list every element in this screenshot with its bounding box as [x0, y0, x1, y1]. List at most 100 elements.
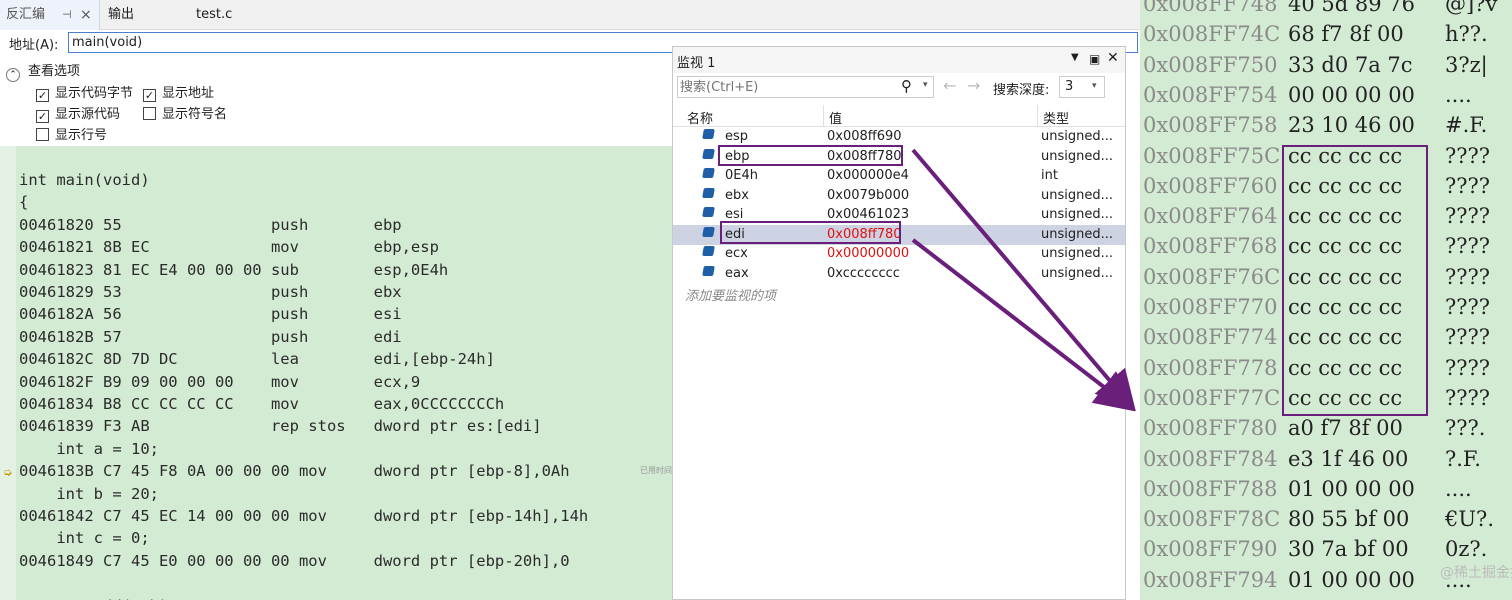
memory-row[interactable]: 0x008FF758 23 10 46 00 #.F.	[1140, 113, 1512, 143]
watch-name[interactable]: eax	[725, 266, 749, 281]
watch-row[interactable]: esp 0x008ff690 unsigned...	[673, 127, 1125, 147]
elapsed-time-note: 已用时间	[640, 466, 672, 475]
watch-name[interactable]: ebp	[725, 149, 750, 164]
memory-row[interactable]: 0x008FF754 00 00 00 00....	[1140, 83, 1512, 113]
disassembly-line[interactable]: 00461823 81 EC E4 00 00 00 sub esp,0E4h	[19, 261, 448, 279]
watch-value[interactable]: 0x000000e4	[827, 168, 909, 183]
watch-value[interactable]: 0x008ff690	[827, 129, 902, 144]
tab-output[interactable]: 输出	[104, 0, 164, 30]
disassembly-view[interactable]: int main(void) {00461820 55 push ebp 00461…	[0, 146, 672, 600]
column-name[interactable]: 名称	[687, 108, 713, 127]
disassembly-line[interactable]: 00461839 F3 AB rep stos dword ptr es:[ed…	[19, 417, 542, 435]
checkbox-box[interactable]	[143, 107, 156, 120]
tab-disassembly[interactable]: 反汇编 ⊣ ×	[0, 0, 100, 30]
disassembly-line[interactable]: 00461820 55 push ebp	[19, 216, 402, 234]
watch-value[interactable]: 0xcccccccc	[827, 266, 900, 281]
watch-value[interactable]: 0x00000000	[827, 246, 909, 261]
disassembly-line[interactable]: 00461821 8B EC mov ebp,esp	[19, 238, 439, 256]
watch-value[interactable]: 0x0079b000	[827, 188, 909, 203]
memory-row[interactable]: 0x008FF75C cc cc cc cc????	[1140, 144, 1512, 174]
memory-row[interactable]: 0x008FF74C 68 f7 8f 00 h??.	[1140, 22, 1512, 52]
close-icon[interactable]: ✕	[1107, 50, 1119, 66]
disassembly-line[interactable]: 0046182C 8D 7D DC lea edi,[ebp-24h]	[19, 350, 495, 368]
disassembly-line[interactable]: int c = 0;	[19, 529, 149, 547]
memory-row[interactable]: 0x008FF764 cc cc cc cc????	[1140, 204, 1512, 234]
checkbox-box[interactable]: ✓	[36, 110, 49, 123]
tab-test-c[interactable]: test.c	[192, 0, 252, 30]
memory-row[interactable]: 0x008FF78C 80 55 bf 00 €U?.	[1140, 507, 1512, 537]
disassembly-line[interactable]: 00461849 C7 45 E0 00 00 00 00 mov dword …	[19, 552, 570, 570]
search-back-icon[interactable]: ←	[943, 76, 956, 95]
column-type[interactable]: 类型	[1043, 108, 1069, 127]
watch-name[interactable]: esi	[725, 207, 743, 222]
memory-row[interactable]: 0x008FF768 cc cc cc cc????	[1140, 234, 1512, 264]
column-value[interactable]: 值	[829, 108, 842, 127]
watch-row[interactable]: ebx 0x0079b000 unsigned...	[673, 186, 1125, 206]
disassembly-line[interactable]: {	[19, 193, 28, 211]
watch-row[interactable]: ebp 0x008ff780 unsigned...	[673, 147, 1125, 167]
watch-row[interactable]: ecx 0x00000000 unsigned...	[673, 244, 1125, 264]
memory-view[interactable]: 0x008FF748 40 5d 89 76 @]?v 0x008FF74C 68 f7…	[1140, 0, 1512, 600]
disassembly-line[interactable]: 00461842 C7 45 EC 14 00 00 00 mov dword …	[19, 507, 588, 525]
disassembly-line[interactable]: 0046182B 57 push edi	[19, 328, 402, 346]
memory-row[interactable]: 0x008FF748 40 5d 89 76 @]?v	[1140, 0, 1512, 22]
disassembly-line[interactable]: 00461834 B8 CC CC CC CC mov eax,0CCCCCCC…	[19, 395, 504, 413]
memory-row[interactable]: 0x008FF750 33 d0 7a 7c 3?z|	[1140, 53, 1512, 83]
disassembly-line[interactable]: 0046183B C7 45 F8 0A 00 00 00 mov dword …	[19, 462, 570, 480]
close-icon[interactable]: ×	[80, 0, 92, 30]
watch-row[interactable]: esi 0x00461023 unsigned...	[673, 205, 1125, 225]
watch-name[interactable]: edi	[725, 227, 745, 242]
memory-row[interactable]: 0x008FF770 cc cc cc cc????	[1140, 295, 1512, 325]
memory-row[interactable]: 0x008FF774 cc cc cc cc????	[1140, 325, 1512, 355]
add-watch-item[interactable]: 添加要监视的项	[685, 285, 776, 304]
watch-value[interactable]: 0x008ff780	[827, 227, 902, 242]
watch-name[interactable]: ecx	[725, 246, 748, 261]
memory-row[interactable]: 0x008FF77C cc cc cc cc????	[1140, 386, 1512, 416]
memory-row[interactable]: 0x008FF760 cc cc cc cc????	[1140, 174, 1512, 204]
disassembly-line[interactable]: int main(void)	[19, 171, 150, 189]
search-dropdown-icon[interactable]: ▾	[923, 80, 928, 90]
disassembly-line[interactable]: 0046182F B9 09 00 00 00 mov ecx,9	[19, 373, 420, 391]
checkbox-show-symbol-names[interactable]: 显示符号名	[143, 103, 227, 122]
search-depth-select[interactable]: 3 ▾	[1059, 76, 1105, 98]
memory-row[interactable]: 0x008FF788 01 00 00 00....	[1140, 477, 1512, 507]
maximize-icon[interactable]: ▣	[1089, 52, 1100, 66]
watch-row[interactable]: edi 0x008ff780 unsigned...	[673, 224, 1125, 245]
checkbox-show-source[interactable]: ✓ 显示源代码	[36, 103, 120, 123]
watch-row[interactable]: eax 0xcccccccc unsigned...	[673, 264, 1125, 284]
view-options-header[interactable]: ⌃ 查看选项	[6, 60, 80, 82]
pin-icon[interactable]: ⊣	[62, 0, 72, 30]
disassembly-line[interactable]: 00461829 53 push ebx	[19, 283, 402, 301]
checkbox-show-address[interactable]: ✓ 显示地址	[143, 82, 214, 102]
checkbox-box[interactable]: ✓	[143, 89, 156, 102]
checkbox-box[interactable]: ✓	[36, 89, 49, 102]
checkbox-show-code-bytes[interactable]: ✓ 显示代码字节	[36, 82, 133, 102]
memory-row[interactable]: 0x008FF784 e3 1f 46 00 ?.F.	[1140, 447, 1512, 477]
search-forward-icon[interactable]: →	[967, 76, 980, 95]
memory-row[interactable]: 0x008FF778 cc cc cc cc????	[1140, 356, 1512, 386]
dropdown-icon[interactable]: ▼	[1071, 52, 1079, 63]
memory-address: 0x008FF784	[1143, 446, 1278, 471]
watch-name[interactable]: ebx	[725, 188, 749, 203]
watch-search-input[interactable]	[677, 76, 934, 98]
disassembly-line[interactable]: c = Add(a,b);	[19, 597, 177, 600]
memory-row[interactable]: 0x008FF780 a0 f7 8f 00???.	[1140, 416, 1512, 446]
collapse-icon[interactable]: ⌃	[6, 68, 20, 82]
watch-value[interactable]: 0x008ff780	[827, 149, 902, 164]
memory-address: 0x008FF76C	[1143, 264, 1281, 289]
indicator-margin[interactable]	[0, 146, 16, 600]
checkbox-box[interactable]	[36, 128, 49, 141]
memory-address: 0x008FF788	[1143, 476, 1278, 501]
disassembly-line[interactable]: 0046182A 56 push esi	[19, 305, 402, 323]
watch-row[interactable]: 0E4h 0x000000e4 int	[673, 166, 1125, 186]
disassembly-line[interactable]: int b = 20;	[19, 485, 159, 503]
checkbox-show-line-numbers[interactable]: 显示行号	[36, 124, 107, 143]
search-icon[interactable]: ⚲	[901, 77, 912, 95]
memory-bytes: 01 00 00 00	[1288, 476, 1415, 501]
chevron-down-icon[interactable]: ▾	[1092, 81, 1097, 91]
watch-value[interactable]: 0x00461023	[827, 207, 909, 222]
disassembly-line[interactable]: int a = 10;	[19, 440, 159, 458]
watch-name[interactable]: 0E4h	[725, 168, 758, 183]
watch-name[interactable]: esp	[725, 129, 748, 144]
memory-row[interactable]: 0x008FF76C cc cc cc cc????	[1140, 265, 1512, 295]
